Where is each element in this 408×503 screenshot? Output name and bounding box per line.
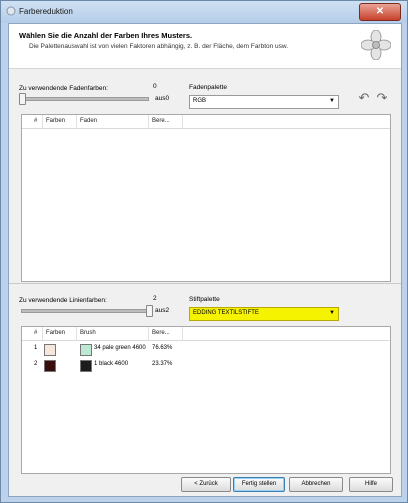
row-number: 2 xyxy=(34,361,38,367)
thread-count-label: Zu verwendende Fadenfarben: xyxy=(19,85,108,92)
area-percent: 76.63% xyxy=(152,345,173,351)
column-divider xyxy=(182,327,183,340)
column-number[interactable]: # xyxy=(34,330,37,336)
column-divider xyxy=(76,115,77,128)
line-count-value: 2 xyxy=(153,295,157,302)
pen-palette-value: EDDING TEXTILSTIFTE xyxy=(193,310,259,316)
column-area[interactable]: Bere... xyxy=(152,118,170,124)
section-divider xyxy=(9,283,401,284)
line-count-slider-handle[interactable] xyxy=(146,305,153,317)
header-subtitle: Die Palettenauswahl ist von vielen Fakto… xyxy=(29,43,289,50)
color-swatch xyxy=(44,360,56,372)
pen-palette-dropdown[interactable]: EDDING TEXTILSTIFTE ▼ xyxy=(189,307,339,321)
column-colors[interactable]: Farben xyxy=(46,118,65,124)
app-icon xyxy=(6,6,16,16)
column-divider xyxy=(42,115,43,128)
thread-color-table[interactable]: # Farben Faden Bere... xyxy=(21,114,391,282)
wizard-footer: < Zurück Fertig stellen Abbrechen Hilfe xyxy=(9,476,401,496)
column-brush[interactable]: Brush xyxy=(80,330,96,336)
column-colors[interactable]: Farben xyxy=(46,330,65,336)
color-swatch xyxy=(44,344,56,356)
window-title: Farbereduktion xyxy=(19,7,73,16)
thread-palette-value: RGB xyxy=(193,98,207,104)
chevron-down-icon: ▼ xyxy=(329,310,335,316)
column-divider xyxy=(42,327,43,340)
line-max-label: aus2 xyxy=(155,307,170,314)
flower-logo-icon xyxy=(361,30,391,60)
close-button[interactable]: ✕ xyxy=(359,3,401,21)
finish-button[interactable]: Fertig stellen xyxy=(233,477,285,492)
thread-palette-dropdown[interactable]: RGB ▼ xyxy=(189,95,339,109)
column-divider xyxy=(148,115,149,128)
line-color-table[interactable]: # Farben Brush Bere... 1 34 pale green 4… xyxy=(21,326,391,474)
undo-icon[interactable]: ↶ xyxy=(357,91,371,105)
line-count-slider-track[interactable] xyxy=(21,309,149,313)
column-divider xyxy=(148,327,149,340)
column-divider xyxy=(76,327,77,340)
column-area[interactable]: Bere... xyxy=(152,330,170,336)
thread-table-header: # Farben Faden Bere... xyxy=(22,115,390,129)
thread-count-value: 0 xyxy=(153,83,157,90)
title-bar[interactable]: Farbereduktion ✕ xyxy=(1,1,407,23)
thread-max-label: aus0 xyxy=(155,95,170,102)
chevron-down-icon: ▼ xyxy=(329,98,335,104)
brush-name: 34 pale green 4600 xyxy=(94,345,146,351)
table-row[interactable]: 2 1 black 4600 23.37% xyxy=(22,359,390,372)
help-button[interactable]: Hilfe xyxy=(349,477,393,492)
column-number[interactable]: # xyxy=(34,118,37,124)
wizard-header: Wählen Sie die Anzahl der Farben Ihres M… xyxy=(9,24,401,69)
area-percent: 23.37% xyxy=(152,361,173,367)
back-button[interactable]: < Zurück xyxy=(181,477,231,492)
cancel-button[interactable]: Abbrechen xyxy=(289,477,343,492)
redo-icon[interactable]: ↷ xyxy=(375,91,389,105)
row-number: 1 xyxy=(34,345,38,351)
thread-palette-label: Fadenpalette xyxy=(189,84,227,91)
line-count-label: Zu verwendende Linienfarben: xyxy=(19,297,107,304)
pen-palette-label: Stiftpalette xyxy=(189,296,220,303)
header-title: Wählen Sie die Anzahl der Farben Ihres M… xyxy=(19,31,193,40)
table-row[interactable]: 1 34 pale green 4600 76.63% xyxy=(22,343,390,356)
line-table-header: # Farben Brush Bere... xyxy=(22,327,390,341)
dialog-body: Wählen Sie die Anzahl der Farben Ihres M… xyxy=(8,23,402,497)
brush-swatch xyxy=(80,344,92,356)
column-divider xyxy=(182,115,183,128)
brush-swatch xyxy=(80,360,92,372)
close-icon: ✕ xyxy=(375,6,385,17)
thread-count-slider-handle[interactable] xyxy=(19,93,26,105)
column-thread[interactable]: Faden xyxy=(80,118,97,124)
dialog-window: Farbereduktion ✕ Wählen Sie die Anzahl d… xyxy=(0,0,408,503)
brush-name: 1 black 4600 xyxy=(94,361,129,367)
thread-count-slider-track[interactable] xyxy=(21,97,149,101)
